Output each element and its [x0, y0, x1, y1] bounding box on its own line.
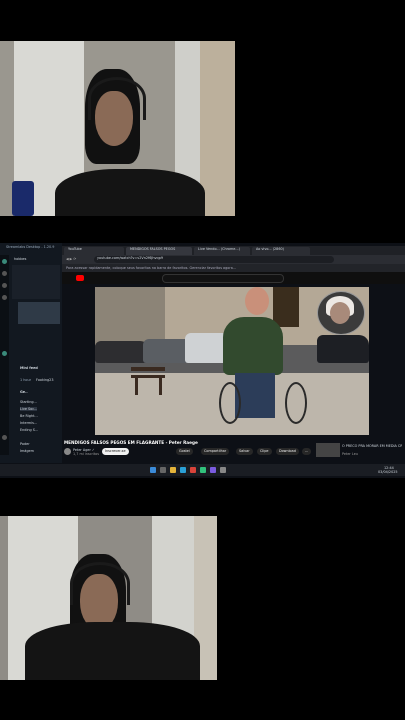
browser-tab[interactable]: Live Vendo... (Chrome...) — [194, 247, 250, 255]
browser-tab[interactable]: YouTube — [64, 247, 124, 255]
scene-item[interactable]: Live Soc... — [20, 407, 38, 411]
scene-item[interactable]: Starting... — [20, 400, 37, 404]
browser-tab-active[interactable]: MENDIGOS FALSOS PEGOS — [126, 247, 192, 255]
scene-item[interactable]: Intermis... — [20, 421, 37, 425]
share-button[interactable]: Compartilhar — [201, 448, 230, 455]
live-icon[interactable] — [2, 351, 7, 356]
recommended-title[interactable]: O PRECO PRA MORAR EM MEDIA CRUSTAMENTOS … — [342, 444, 402, 448]
scene-preview — [18, 302, 60, 324]
discord-icon[interactable] — [210, 467, 216, 473]
bookmarks-hint: Para acessar rapidamente, coloque seus f… — [66, 266, 237, 270]
like-button[interactable]: Gostei — [176, 448, 193, 455]
clock-date: 03/04/2025 — [378, 470, 398, 474]
picture-in-picture — [317, 291, 365, 335]
settings-icon[interactable] — [2, 435, 7, 440]
youtube-header — [62, 272, 405, 284]
address-bar: ◀ ▶ ⟳ youtube.com/watch?v=v2Vn2f6Jhvqp9 — [62, 255, 405, 264]
subscribe-button[interactable]: Inscrever-se — [102, 448, 129, 455]
more-button[interactable]: ... — [302, 448, 312, 455]
scenes-title: Ge.. — [20, 390, 28, 394]
recommended-thumbnail[interactable] — [316, 443, 340, 457]
download-button[interactable]: Download — [276, 448, 299, 455]
edge-icon[interactable] — [180, 467, 186, 473]
back-icon[interactable]: ◀ ▶ ⟳ — [66, 257, 76, 261]
search-icon[interactable] — [160, 467, 166, 473]
scene-item[interactable]: Imágem — [20, 449, 34, 453]
video-player[interactable] — [95, 287, 369, 435]
taskbar: 12:44 03/04/2025 — [0, 464, 405, 476]
streamlabs-window: Streamlabs Desktop - 1.20.9 hobbes Mini … — [0, 243, 62, 463]
user-name: hobbes — [14, 257, 27, 261]
screen-capture: Streamlabs Desktop - 1.20.9 hobbes Mini … — [0, 243, 405, 478]
search-input[interactable] — [162, 274, 284, 283]
grid-icon[interactable] — [2, 271, 7, 276]
home-icon[interactable] — [2, 259, 7, 264]
browser-tabstrip: YouTube MENDIGOS FALSOS PEGOS Live Vendo… — [62, 246, 405, 255]
browser-tab[interactable]: Ao vivo... (2860) — [252, 247, 310, 255]
scene-item[interactable]: Poder — [20, 442, 30, 446]
store-icon[interactable] — [2, 295, 7, 300]
feed-title: Mini feed — [20, 366, 38, 370]
save-button[interactable]: Salvar — [236, 448, 253, 455]
clip-button[interactable]: Clipe — [257, 448, 272, 455]
webcam-bottom — [0, 516, 217, 680]
start-icon[interactable] — [150, 467, 156, 473]
subscriber-count: 1,7 mi inscritos — [73, 452, 100, 456]
webcam-top — [0, 41, 235, 216]
app-sidebar — [0, 255, 9, 455]
youtube-logo-icon[interactable] — [76, 275, 84, 281]
chat-panel — [12, 265, 60, 299]
app-icon[interactable] — [220, 467, 226, 473]
app-title: Streamlabs Desktop - 1.20.9 — [6, 245, 55, 249]
chrome-icon[interactable] — [190, 467, 196, 473]
avatar[interactable] — [64, 448, 71, 455]
bookmarks-bar: Para acessar rapidamente, coloque seus f… — [62, 264, 405, 272]
chart-icon[interactable] — [2, 283, 7, 288]
feed-user: Fooking23 — [36, 378, 54, 382]
recommended-channel: Peter Leu — [342, 452, 358, 456]
feed-tab[interactable]: 1 hour — [20, 378, 31, 382]
url-input[interactable]: youtube.com/watch?v=v2Vn2f6Jhvqp9 — [94, 256, 334, 263]
scene-item[interactable]: Be Right... — [20, 414, 38, 418]
folder-icon[interactable] — [170, 467, 176, 473]
streamlabs-icon[interactable] — [200, 467, 206, 473]
video-title: MENDIGOS FALSOS PEGOS EM FLAGRANTE - Pet… — [64, 440, 198, 445]
scene-item[interactable]: Ending S... — [20, 428, 38, 432]
